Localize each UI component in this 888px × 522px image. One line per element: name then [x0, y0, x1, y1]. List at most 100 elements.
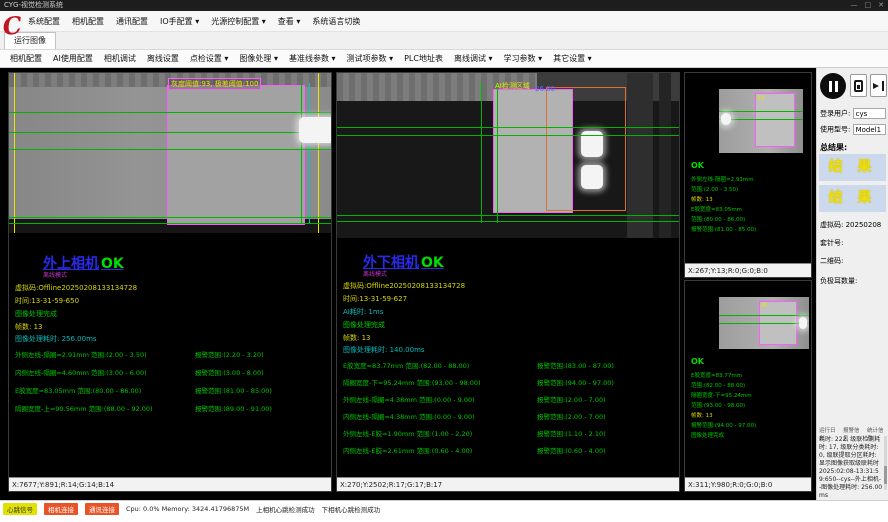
menu-view[interactable]: 查看 ▾: [278, 16, 301, 27]
measure-line: [337, 135, 679, 136]
middle-coords-bar: X:270;Y:2502;R:17;G:17;B:17: [337, 477, 679, 491]
menu-comm-config[interactable]: 通讯配置: [116, 16, 148, 27]
process-done-text: 图像处理完成: [15, 309, 57, 319]
edge-line: [14, 73, 15, 233]
model-field[interactable]: Model1: [853, 124, 886, 135]
barcode-text: 虚拟码:Offline20250208133134728: [15, 283, 137, 293]
result-box-2: 结 果: [819, 185, 886, 212]
virtual-code-row: 虚拟码: 20250208: [820, 220, 881, 230]
measure-line: [9, 149, 331, 150]
upper-cam-heartbeat-text: 上相机心跳检测成功: [256, 504, 315, 514]
measure-line: [481, 83, 482, 223]
frame-count-text: 帧数: 13: [343, 333, 371, 343]
window-controls: — □ ✕: [851, 0, 885, 11]
menu-system-config[interactable]: 系统配置: [28, 16, 60, 27]
alarm-range: 报警范围:(94.00 - 97.00): [537, 377, 614, 387]
ai-region-label: AI检测区域: [495, 81, 530, 91]
edge-line: [318, 73, 319, 233]
measure-row: 外侧左线-E胶=1.90mm 范围:(1.00 - 2.20): [343, 428, 472, 438]
alarm-range: 报警范围:(83.00 - 87.00): [537, 360, 614, 370]
camera-link-badge: 相机连接: [44, 503, 78, 515]
measure-row: 隔圈宽度-上=90.56mm 范围:(88.00 - 92.00): [15, 403, 153, 413]
minimize-icon[interactable]: —: [851, 0, 858, 11]
comm-link-badge: 通讯连接: [85, 503, 119, 515]
left-camera-image[interactable]: 灰度阈值:93, 极差阈值:100: [9, 73, 331, 233]
mini-result-line: 范围:(2.00 - 3.50): [691, 185, 738, 193]
alarm-range: 报警范围:(1.10 - 2.10): [537, 428, 606, 438]
alarm-range: 报警范围:(0.60 - 4.00): [537, 445, 606, 455]
heartbeat-badge: 心跳信号: [3, 503, 37, 515]
tool-plc-address[interactable]: PLC地址表: [404, 53, 443, 64]
logout-button[interactable]: [870, 74, 887, 97]
ai-elapsed-text: AI耗时: 1ms: [343, 307, 383, 317]
measure-line: [337, 127, 679, 128]
tool-ai-config[interactable]: AI使用配置: [53, 53, 93, 64]
measure-row: 内侧左线-E胶=2.61mm 范围:(0.60 - 4.00): [343, 445, 472, 455]
window-title: CYG-视觉检测系统: [4, 1, 63, 9]
model-row: 使用型号: Model1: [820, 124, 886, 135]
measure-line: [9, 217, 331, 218]
measure-line: [337, 221, 679, 222]
tool-other-settings[interactable]: 其它设置 ▾: [553, 53, 592, 64]
measure-row: E胶宽度=83.77mm 范围:(82.00 - 88.00): [343, 360, 469, 370]
status-ok: OK: [691, 161, 704, 170]
scan-button[interactable]: [850, 74, 867, 97]
measure-line: [9, 112, 331, 113]
menu-io-config[interactable]: IO手配置 ▾: [160, 16, 199, 27]
menu-language-switch[interactable]: 系统语言切换: [312, 16, 360, 27]
menu-light-config[interactable]: 光源控制配置 ▾: [211, 16, 266, 27]
small-bottom-camera-image[interactable]: AI: [719, 297, 809, 349]
tool-offline-debug[interactable]: 离线调试 ▾: [454, 53, 493, 64]
small-top-camera-image[interactable]: 93: [719, 89, 803, 153]
time-text: 时间:13-31-59-627: [343, 294, 407, 304]
close-icon[interactable]: ✕: [878, 0, 884, 11]
virtual-code-label: 虚拟码:: [820, 221, 843, 229]
frame-count-text: 帧数: 13: [15, 322, 43, 332]
bright-object: [581, 165, 603, 189]
tool-offline-settings[interactable]: 离线设置: [147, 53, 179, 64]
log-text: 耗时: 222, 级联检测耗时: 17, 级联分类耗时: 0, 级联提取分区耗时…: [819, 436, 883, 500]
measure-row: 外侧左线-隔圈=4.38mm 范围:(0.00 - 9.00): [343, 394, 475, 404]
measure-value-overlay: 26.80: [535, 85, 555, 93]
maximize-icon[interactable]: □: [865, 0, 872, 11]
measure-line: [301, 83, 302, 223]
tab-bar: 运行图像: [0, 32, 888, 50]
main-area: 灰度阈值:93, 极差阈值:100 外上相机OK 离线模式 虚拟码:Offlin…: [0, 68, 888, 500]
alarm-range: 报警范围:(2.00 - 7.00): [537, 411, 606, 421]
pause-button[interactable]: [820, 73, 846, 99]
barcode-text: 虚拟码:Offline20250208133134728: [343, 281, 465, 291]
measure-line: [9, 132, 331, 133]
measure-row: 内侧左线-隔圈=4.38mm 范围:(0.00 - 9.00): [343, 411, 475, 421]
tool-baseline-params[interactable]: 基准线参数 ▾: [289, 53, 336, 64]
tool-test-params[interactable]: 测试项参数 ▾: [347, 53, 394, 64]
measure-row: 隔圈宽度-下=95.24mm 范围:(93.00 - 98.00): [343, 377, 481, 387]
measure-row: 外侧左线-隔圈=2.91mm 范围:(2.00 - 3.50): [15, 349, 147, 359]
alarm-range: 报警范围:(2.00 - 7.00): [537, 394, 606, 404]
mini-result-line: 隔圈宽度-下=95.24mm: [691, 391, 752, 399]
mini-result-line: 外侧左线-隔圈=2.91mm: [691, 175, 754, 183]
login-user-row: 登录用户: cys: [820, 108, 886, 119]
login-user-field[interactable]: cys: [853, 108, 886, 119]
brand-logo-icon: C: [1, 12, 26, 44]
process-done-text: 图像处理完成: [343, 320, 385, 330]
status-ok: OK: [691, 357, 704, 366]
tool-image-processing[interactable]: 图像处理 ▾: [239, 53, 278, 64]
middle-camera-image[interactable]: AI检测区域 26.80: [337, 73, 679, 238]
left-coords-bar: X:7677;Y:891;R:14;G:14;B:14: [9, 477, 331, 491]
sub-label: 离线模式: [363, 269, 387, 278]
log-scrollbar[interactable]: [884, 436, 887, 490]
small-top-coords-bar: X:267;Y:13;R:0;G:0;B:0: [685, 263, 811, 277]
lower-cam-heartbeat-text: 下相机心跳检测成功: [322, 504, 381, 514]
status-bar: 心跳信号 相机连接 通讯连接 Cpu: 0.0% Memory: 3424.41…: [0, 500, 888, 516]
logout-icon: [873, 80, 885, 92]
pause-icon: [829, 81, 832, 92]
tool-camera-debug[interactable]: 相机调试: [104, 53, 136, 64]
menu-bar: 系统配置 相机配置 通讯配置 IO手配置 ▾ 光源控制配置 ▾ 查看 ▾ 系统语…: [0, 11, 888, 32]
menu-camera-config[interactable]: 相机配置: [72, 16, 104, 27]
tool-learn-params[interactable]: 学习参数 ▾: [504, 53, 543, 64]
tool-camera-config[interactable]: 相机配置: [10, 53, 42, 64]
middle-camera-panel: AI检测区域 26.80 外下相机OK 离线模式 虚拟码:Offline2025…: [336, 72, 680, 492]
left-camera-panel: 灰度阈值:93, 极差阈值:100 外上相机OK 离线模式 虚拟码:Offlin…: [8, 72, 332, 492]
small-bottom-coords-bar: X:311;Y:980;R:0;G:0;B:0: [685, 477, 811, 491]
tool-spot-check[interactable]: 点检设置 ▾: [190, 53, 229, 64]
